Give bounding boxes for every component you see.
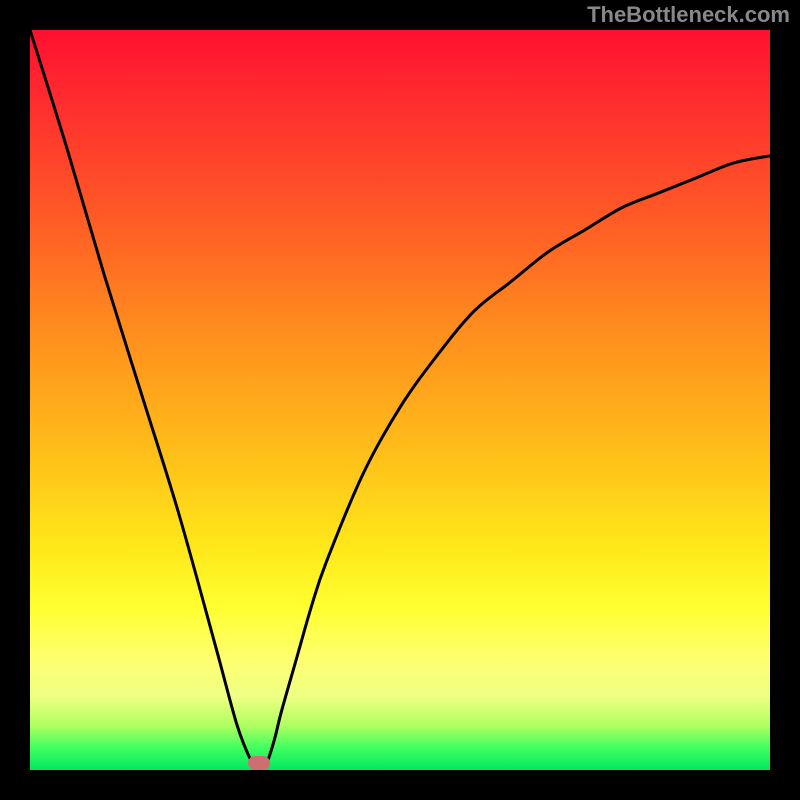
plot-area (30, 30, 770, 770)
bottleneck-curve (30, 30, 770, 770)
chart-frame: TheBottleneck.com (0, 0, 800, 800)
indicator-dot (248, 756, 270, 770)
watermark-label: TheBottleneck.com (587, 2, 790, 28)
